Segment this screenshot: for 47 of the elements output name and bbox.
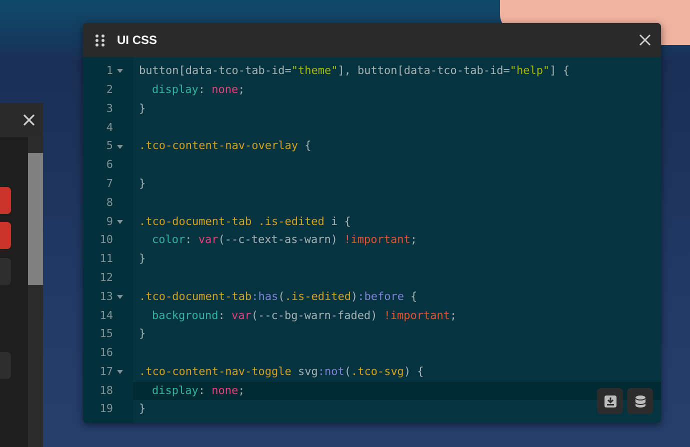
code-line: .tco-document-tab .is-edited i { [138,214,351,230]
code-line: background: var(--c-bg-warn-faded) !important; [151,308,457,324]
save-button[interactable] [597,388,623,414]
line-number: 10 [100,232,113,248]
fold-caret-icon[interactable] [117,69,123,74]
scrollbar-thumb[interactable] [28,153,43,285]
line-number: 18 [100,382,113,399]
line-number: 13 [100,288,113,305]
code-line: } [138,100,146,117]
code-line: color: var(--c-text-as-warn) !important; [151,232,417,248]
fold-caret-icon[interactable] [117,144,123,149]
line-number: 16 [100,345,113,362]
code-line: } [138,401,146,418]
line-number: 2 [106,82,113,98]
line-number: 4 [106,120,113,136]
close-icon[interactable] [23,114,35,126]
line-number: 11 [100,251,113,268]
line-number: 19 [100,401,113,418]
line-number: 6 [106,157,113,174]
download-tray-icon [604,394,616,408]
code-line: display: none; [151,82,245,98]
line-number: 1 [106,63,113,80]
line-number: 3 [106,100,113,117]
code-line: } [138,251,146,268]
fold-caret-icon[interactable] [117,220,123,224]
window-title: UI CSS [117,32,158,49]
line-number: 17 [100,364,113,380]
line-number: 5 [106,138,113,154]
line-number: 7 [106,176,113,192]
code-line: .tco-content-nav-toggle svg:not(.tco-svg) { [138,364,424,380]
code-line: .tco-document-tab:has(.is-edited):before { [138,288,418,305]
line-number: 14 [100,308,113,324]
database-icon [634,394,646,408]
line-number: 8 [106,194,113,211]
code-line: display: none; [151,382,245,399]
code-line: .tco-content-nav-overlay { [138,138,312,154]
line-number: 9 [106,214,113,230]
code-line: } [138,326,146,342]
line-number: 15 [100,326,113,342]
code-line: button[data-tco-tab-id="theme"], button[data-tco-tab-id="help"] { [138,63,570,80]
code-line: } [138,176,146,192]
line-number: 12 [100,270,113,286]
fold-caret-icon[interactable] [117,294,123,299]
close-icon[interactable] [639,34,651,46]
fold-caret-icon[interactable] [117,370,123,374]
database-button[interactable] [627,388,653,414]
drag-handle-icon[interactable] [95,34,105,46]
